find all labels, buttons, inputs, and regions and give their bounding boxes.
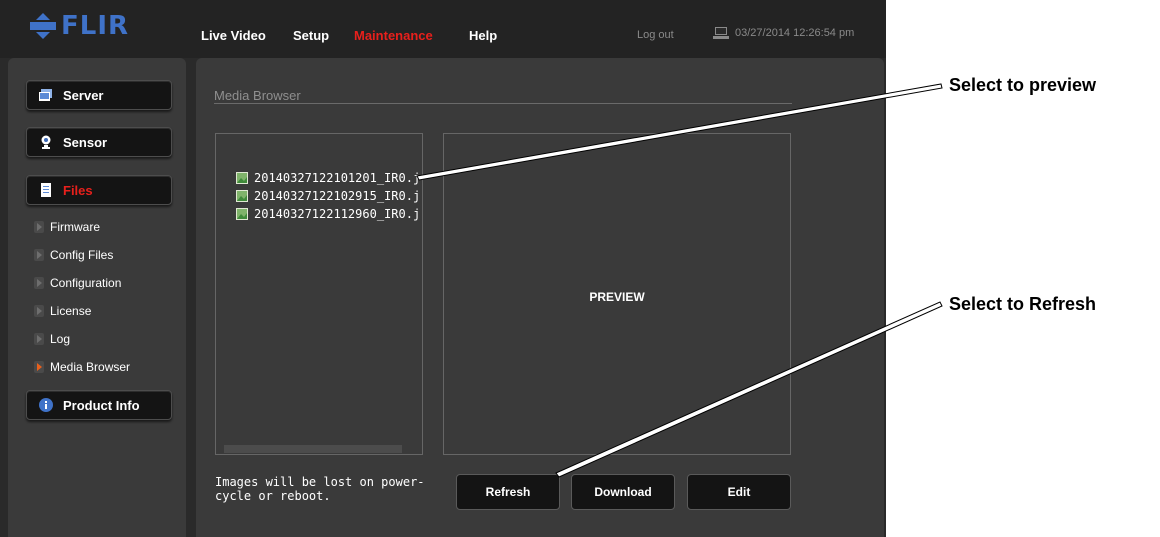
logo-text: FLIR (61, 11, 130, 41)
preview-label: PREVIEW (589, 290, 645, 304)
top-bar: FLIR Live Video Setup Maintenance Help L… (0, 0, 886, 58)
info-icon (39, 398, 53, 412)
logout-link[interactable]: Log out (637, 29, 674, 41)
file-name: 20140327122102915_IR0.j (254, 189, 421, 203)
sidebar-button-product-info[interactable]: Product Info (26, 390, 172, 420)
sidebar-button-files[interactable]: Files (26, 175, 172, 205)
sidebar-item-label: Firmware (50, 220, 100, 234)
sidebar-item-label: Config Files (50, 248, 114, 262)
callout-select-to-refresh: Select to Refresh (949, 294, 1097, 314)
arrow-right-active-icon (34, 361, 44, 373)
download-button[interactable]: Download (571, 474, 675, 510)
arrow-right-icon (34, 277, 44, 289)
nav-help[interactable]: Help (469, 28, 497, 43)
files-icon (41, 183, 51, 197)
sidebar-item-label: Media Browser (50, 360, 131, 374)
arrow-right-icon (34, 333, 44, 345)
main-panel: Media Browser 20140327122101201_IR0.j 20… (196, 58, 884, 537)
sensor-icon (41, 135, 51, 149)
section-title: Media Browser (214, 88, 301, 103)
image-file-icon (236, 208, 248, 220)
flir-logo-icon (30, 13, 56, 39)
sidebar-item-label: License (50, 304, 92, 318)
sidebar-button-label: Product Info (63, 397, 140, 413)
sidebar-button-sensor[interactable]: Sensor (26, 127, 172, 157)
sidebar-item-label: Log (50, 332, 71, 346)
callout-select-to-preview: Select to preview (949, 75, 1097, 95)
sidebar-item-license[interactable]: License (34, 304, 91, 318)
sidebar-item-firmware[interactable]: Firmware (34, 220, 100, 234)
file-list-item[interactable]: 20140327122101201_IR0.j (236, 171, 420, 185)
image-file-icon (236, 172, 248, 184)
file-name: 20140327122112960_IR0.j (254, 207, 421, 221)
server-icon (39, 89, 52, 101)
sidebar-item-configuration[interactable]: Configuration (34, 276, 121, 290)
file-list[interactable]: 20140327122101201_IR0.j 2014032712210291… (215, 133, 423, 455)
section-divider (214, 103, 792, 104)
sidebar-item-config-files[interactable]: Config Files (34, 248, 113, 262)
image-file-icon (236, 190, 248, 202)
sidebar: Server Sensor Files Firmware Config File… (8, 58, 186, 537)
sidebar-button-label: Files (63, 182, 93, 198)
flir-web-ui: FLIR Live Video Setup Maintenance Help L… (0, 0, 886, 537)
horizontal-scrollbar[interactable] (224, 445, 402, 453)
file-list-item[interactable]: 20140327122112960_IR0.j (236, 207, 420, 221)
refresh-button[interactable]: Refresh (456, 474, 560, 510)
datetime-display: 03/27/2014 12:26:54 pm (713, 27, 854, 39)
nav-maintenance[interactable]: Maintenance (354, 28, 433, 43)
preview-pane: PREVIEW (443, 133, 791, 455)
file-list-item[interactable]: 20140327122102915_IR0.j (236, 189, 420, 203)
arrow-right-icon (34, 221, 44, 233)
arrow-right-icon (34, 305, 44, 317)
nav-live-video[interactable]: Live Video (201, 28, 266, 43)
sidebar-item-media-browser[interactable]: Media Browser (34, 360, 130, 374)
sidebar-button-label: Server (63, 87, 104, 103)
edit-button[interactable]: Edit (687, 474, 791, 510)
sidebar-button-server[interactable]: Server (26, 80, 172, 110)
nav-setup[interactable]: Setup (293, 28, 329, 43)
sidebar-item-label: Configuration (50, 276, 122, 290)
volatile-storage-note: Images will be lost on power-cycle or re… (215, 475, 425, 503)
arrow-right-icon (34, 249, 44, 261)
file-name: 20140327122101201_IR0.j (254, 171, 421, 185)
datetime-text: 03/27/2014 12:26:54 pm (735, 27, 855, 39)
flir-logo: FLIR (30, 11, 129, 41)
sidebar-button-label: Sensor (63, 134, 108, 150)
sidebar-item-log[interactable]: Log (34, 332, 70, 346)
laptop-icon (713, 27, 729, 39)
